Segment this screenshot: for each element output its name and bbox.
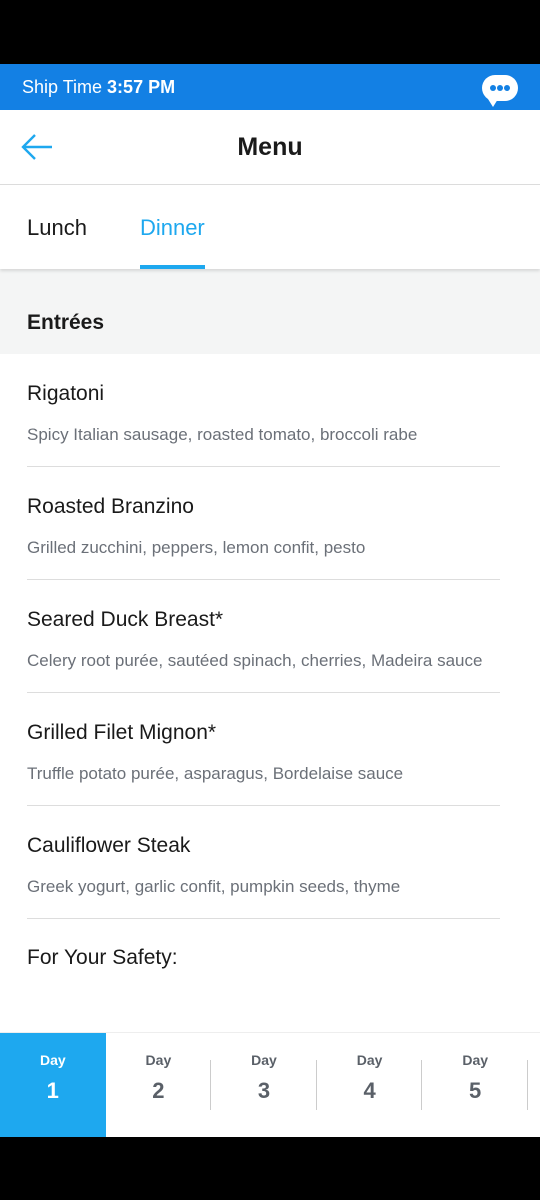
day-number: 1 [46,1078,59,1103]
item-name: Roasted Branzino [27,495,194,518]
menu-item[interactable]: Roasted Branzino Grilled zucchini, pepper… [27,467,500,580]
header: Menu [0,110,540,185]
meal-tabs: Lunch Dinner [0,185,540,269]
chat-icon[interactable] [482,75,518,107]
menu-item[interactable]: Seared Duck Breast* Celery root purée, sa… [27,580,500,693]
item-description: Grilled zucchini, peppers, lemon confit,… [27,538,366,557]
day-number: 4 [363,1078,376,1103]
tab-lunch[interactable]: Lunch [27,185,87,269]
tab-dinner[interactable]: Dinner [139,185,205,269]
day-label: Day [251,1052,277,1068]
item-name: Rigatoni [27,382,105,405]
safety-heading: For Your Safety: [27,946,178,969]
menu-item[interactable]: Cauliflower Steak Greek yogurt, garlic co… [27,806,500,919]
item-description: Spicy Italian sausage, roasted tomato, b… [27,425,418,444]
status-bar: Ship Time 3:57 PM [0,64,540,110]
item-name: Grilled Filet Mignon* [27,721,217,744]
day-label: Day [145,1052,172,1068]
day-tab-1[interactable]: Day 1 [0,1033,106,1137]
day-number: 5 [469,1078,482,1103]
day-number: 2 [152,1078,165,1103]
day-label: Day [39,1052,66,1068]
day-tab-5[interactable]: Day 5 [422,1033,528,1137]
menu-item[interactable]: Rigatoni Spicy Italian sausage, roasted t… [27,354,500,467]
item-description: Celery root purée, sautéed spinach, cher… [27,651,483,670]
day-selector: Day 1 Day 2 Day 3 Day 4 Day 5 [0,1032,540,1137]
section-header: Entrées [0,269,540,354]
back-arrow-icon[interactable] [20,132,54,162]
day-tab-4[interactable]: Day 4 [317,1033,423,1137]
day-tab-2[interactable]: Day 2 [106,1033,212,1137]
day-tab-3[interactable]: Day 3 [211,1033,317,1137]
page-title: Menu [237,132,303,161]
item-description: Truffle potato purée, asparagus, Bordela… [27,764,404,783]
day-number: 3 [257,1078,271,1103]
day-label: Day [462,1052,489,1068]
item-name: Cauliflower Steak [27,834,191,857]
item-description: Greek yogurt, garlic confit, pumpkin see… [27,877,401,896]
ship-time-label: Ship Time [22,76,103,97]
menu-item[interactable]: Grilled Filet Mignon* Truffle potato puré… [27,693,500,806]
day-label: Day [356,1052,383,1068]
item-name: Seared Duck Breast* [27,608,224,631]
ship-time-value: 3:57 PM [107,76,176,97]
